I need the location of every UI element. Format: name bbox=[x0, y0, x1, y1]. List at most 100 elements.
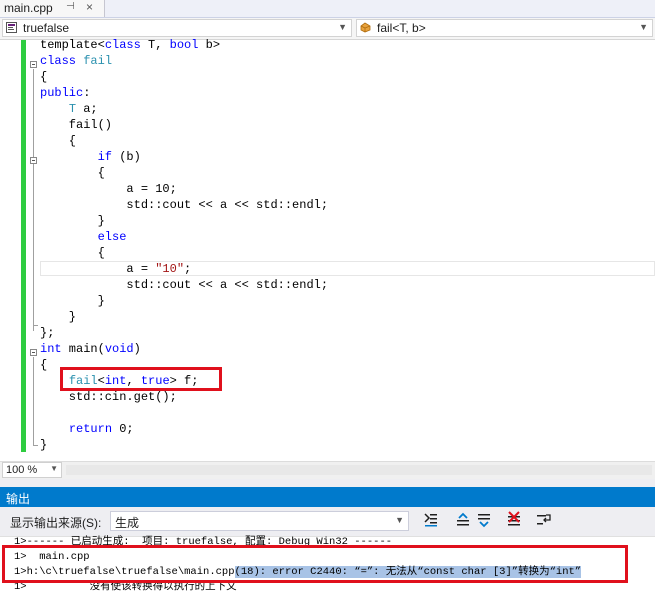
code-token: fail bbox=[83, 54, 113, 68]
panel-splitter[interactable] bbox=[0, 479, 655, 487]
go-to-next-message-icon[interactable] bbox=[475, 511, 493, 529]
code-token: template< bbox=[40, 38, 105, 52]
project-name: truefalse bbox=[23, 21, 70, 35]
clear-all-icon[interactable] bbox=[505, 511, 523, 529]
code-token: { bbox=[40, 166, 105, 180]
code-token: void bbox=[104, 342, 134, 356]
toggle-word-wrap-icon[interactable] bbox=[535, 511, 553, 529]
output-toolbar: 显示输出来源(S): 生成 ▼ bbox=[0, 507, 655, 536]
chevron-down-icon: ▼ bbox=[338, 22, 347, 32]
code-token: std::cout << a << std::endl; bbox=[40, 198, 329, 212]
collapse-main-icon[interactable] bbox=[30, 349, 37, 356]
code-line[interactable]: } bbox=[40, 309, 76, 325]
output-text-area[interactable]: 1>------ 已启动生成: 项目: truefalse, 配置: Debug… bbox=[0, 536, 655, 603]
output-panel-header[interactable]: 输出 bbox=[0, 487, 655, 507]
cpp-project-icon bbox=[6, 22, 17, 33]
fold-guide bbox=[33, 357, 34, 445]
code-line[interactable]: a = "10"; bbox=[40, 261, 191, 277]
code-token: (b) bbox=[112, 150, 141, 164]
code-line[interactable]: std::cout << a << std::endl; bbox=[40, 277, 328, 293]
code-token: T bbox=[68, 102, 77, 116]
code-token: } bbox=[40, 310, 77, 324]
code-token: b> bbox=[198, 38, 221, 52]
chevron-down-icon: ▼ bbox=[395, 515, 404, 525]
code-line[interactable]: fail() bbox=[40, 117, 112, 133]
code-token: int bbox=[40, 342, 62, 356]
code-line[interactable]: { bbox=[40, 133, 76, 149]
code-line[interactable]: return 0; bbox=[40, 421, 134, 437]
code-token: { bbox=[40, 70, 48, 84]
code-token: T, bbox=[140, 38, 170, 52]
chevron-down-icon: ▼ bbox=[50, 464, 58, 473]
code-token: a = bbox=[40, 262, 156, 276]
code-token: bool bbox=[169, 38, 199, 52]
project-dropdown[interactable]: truefalse ▼ bbox=[2, 19, 352, 37]
tab-title: main.cpp bbox=[4, 1, 53, 15]
code-token: else bbox=[97, 230, 127, 244]
code-token: ; bbox=[184, 262, 192, 276]
highlight-box-declaration bbox=[60, 367, 222, 391]
fold-end-marker bbox=[33, 445, 38, 446]
code-token: } bbox=[40, 294, 105, 308]
code-line[interactable]: } bbox=[40, 293, 105, 309]
code-token: { bbox=[40, 358, 48, 372]
close-icon[interactable]: × bbox=[86, 0, 93, 14]
pin-icon[interactable]: ⊣ bbox=[66, 1, 75, 12]
code-line[interactable]: { bbox=[40, 69, 47, 85]
code-line[interactable]: } bbox=[40, 213, 105, 229]
code-line[interactable]: std::cin.get(); bbox=[40, 389, 177, 405]
scope-dropdown[interactable]: fail<T, b> ▼ bbox=[356, 19, 653, 37]
code-token: }; bbox=[40, 326, 55, 340]
code-line[interactable]: class fail bbox=[40, 53, 112, 69]
collapse-constructor-icon[interactable] bbox=[30, 157, 37, 164]
code-token: std::cout << a << std::endl; bbox=[40, 278, 329, 292]
output-panel-title: 输出 bbox=[6, 492, 31, 506]
code-token: main( bbox=[61, 342, 105, 356]
code-line[interactable]: } bbox=[40, 437, 47, 453]
code-line[interactable]: { bbox=[40, 357, 47, 373]
code-line[interactable]: public: bbox=[40, 85, 90, 101]
find-message-in-code-icon[interactable] bbox=[422, 511, 440, 529]
output-source-dropdown[interactable]: 生成 ▼ bbox=[110, 511, 409, 531]
zoom-dropdown[interactable]: 100 % ▼ bbox=[2, 462, 62, 478]
code-token: 0; bbox=[112, 422, 134, 436]
code-token: fail() bbox=[40, 118, 113, 132]
code-line[interactable]: else bbox=[40, 229, 127, 245]
fold-end-marker bbox=[33, 325, 38, 326]
collapse-class-icon[interactable] bbox=[30, 61, 37, 68]
code-line[interactable]: { bbox=[40, 245, 105, 261]
tab-main-cpp[interactable]: main.cpp ⊣ × bbox=[0, 0, 105, 17]
code-token: "10" bbox=[155, 262, 185, 276]
code-line[interactable]: template<class T, bool b> bbox=[40, 37, 220, 53]
highlight-box-error bbox=[2, 545, 628, 583]
code-token: class bbox=[40, 54, 77, 68]
horizontal-scrollbar[interactable] bbox=[66, 465, 652, 475]
code-line[interactable]: if (b) bbox=[40, 149, 141, 165]
code-token: std::cin.get(); bbox=[40, 390, 177, 404]
code-token: } bbox=[40, 214, 105, 228]
code-line[interactable]: std::cout << a << std::endl; bbox=[40, 197, 328, 213]
fold-guide bbox=[33, 69, 34, 331]
code-token: { bbox=[40, 134, 77, 148]
code-line[interactable]: { bbox=[40, 165, 105, 181]
go-to-previous-message-icon[interactable] bbox=[454, 511, 472, 529]
code-token: return bbox=[68, 422, 113, 436]
document-tab-strip: main.cpp ⊣ × bbox=[0, 0, 655, 18]
code-line[interactable]: int main(void) bbox=[40, 341, 141, 357]
code-line[interactable]: T a; bbox=[40, 101, 98, 117]
code-token: : bbox=[83, 86, 91, 100]
code-editor[interactable]: template<class T, bool b> class fail{publ… bbox=[0, 37, 655, 460]
scope-name: fail<T, b> bbox=[377, 21, 426, 35]
indicator-margin[interactable] bbox=[0, 40, 19, 460]
editor-status-strip: 100 % ▼ bbox=[0, 461, 655, 479]
code-token: } bbox=[40, 438, 48, 452]
code-token: ) bbox=[133, 342, 141, 356]
code-line[interactable]: }; bbox=[40, 325, 54, 341]
output-source-value: 生成 bbox=[115, 516, 140, 530]
code-line[interactable]: a = 10; bbox=[40, 181, 177, 197]
code-token: a = 10; bbox=[40, 182, 177, 196]
output-source-label: 显示输出来源(S): bbox=[10, 516, 102, 530]
code-token: { bbox=[40, 246, 105, 260]
